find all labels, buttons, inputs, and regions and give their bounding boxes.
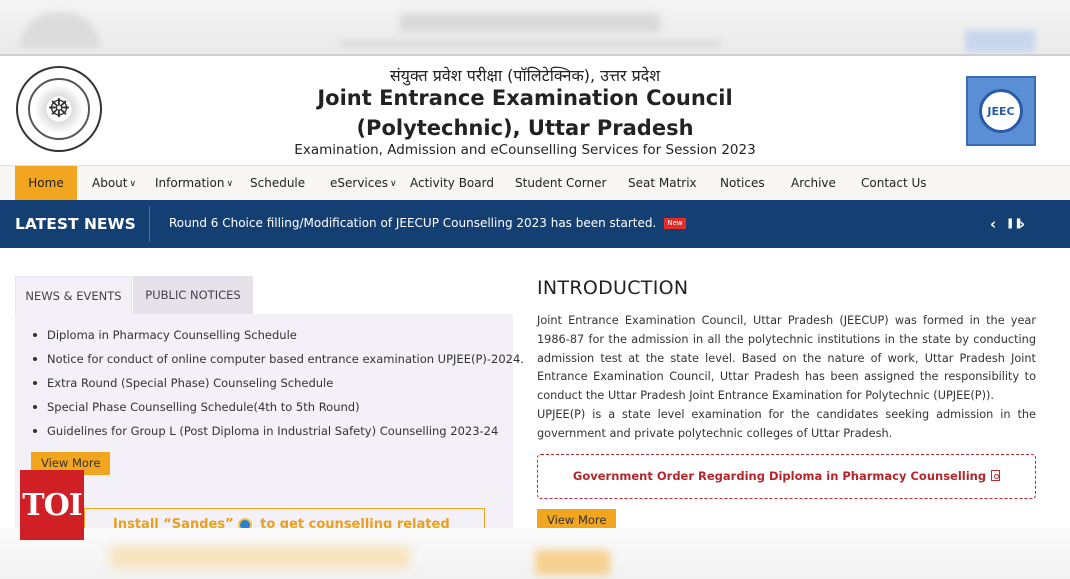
nav-item-notices[interactable]: Notices xyxy=(720,166,765,201)
nav-item-about[interactable]: About ∨ xyxy=(92,166,136,201)
chevron-down-icon: ∨ xyxy=(389,179,397,189)
header-title-line2: (Polytechnic), Uttar Pradesh xyxy=(356,116,694,140)
site-header: ☸ संयुक्त प्रवेश परीक्षा (पॉलिटेक्निक), … xyxy=(0,54,1070,164)
nav-item-activity-board[interactable]: Activity Board xyxy=(410,166,494,201)
latest-news-text[interactable]: Round 6 Choice filling/Modification of J… xyxy=(169,216,656,230)
header-subtitle: Examination, Admission and eCounselling … xyxy=(294,142,756,158)
toi-watermark-logo: TOI xyxy=(20,470,84,540)
header-hindi-title: संयुक्त प्रवेश परीक्षा (पॉलिटेक्निक), उत… xyxy=(389,66,661,85)
nav-item-seat-matrix[interactable]: Seat Matrix xyxy=(628,166,697,201)
new-badge: New xyxy=(664,218,686,229)
intro-view-more-button[interactable]: View More xyxy=(537,509,617,529)
jeec-logo-icon[interactable]: JEEC xyxy=(966,76,1036,146)
nav-item-home[interactable]: Home xyxy=(15,166,77,201)
latest-news-ticker[interactable]: Round 6 Choice filling/Modification of J… xyxy=(169,200,686,246)
list-item[interactable]: Notice for conduct of online computer ba… xyxy=(33,349,524,373)
tab-public-notices[interactable]: PUBLIC NOTICES xyxy=(133,276,253,314)
list-item[interactable]: Special Phase Counselling Schedule(4th t… xyxy=(33,397,524,421)
nav-item-contact-us[interactable]: Contact Us xyxy=(861,166,927,201)
chevron-down-icon: ∨ xyxy=(226,179,234,189)
next-arrow-icon[interactable]: › xyxy=(1019,200,1025,248)
nav-item-archive[interactable]: Archive xyxy=(791,166,836,201)
introduction-paragraph: Joint Entrance Examination Council, Utta… xyxy=(537,314,1036,403)
chevron-down-icon: ∨ xyxy=(129,179,137,189)
blurred-top-strip xyxy=(0,0,1070,54)
latest-news-label: LATEST NEWS xyxy=(15,215,136,233)
nav-item-information[interactable]: Information ∨ xyxy=(155,166,233,201)
blurred-bottom-strip xyxy=(0,528,1070,579)
introduction-heading: INTRODUCTION xyxy=(537,277,689,299)
list-item[interactable]: Diploma in Pharmacy Counselling Schedule xyxy=(33,325,524,349)
prev-arrow-icon[interactable]: ‹ xyxy=(990,200,996,248)
government-order-link[interactable]: Government Order Regarding Diploma in Ph… xyxy=(537,454,1036,499)
nav-item-student-corner[interactable]: Student Corner xyxy=(515,166,606,201)
latest-news-bar: LATEST NEWS Round 6 Choice filling/Modif… xyxy=(0,200,1070,248)
divider xyxy=(149,206,150,242)
list-item[interactable]: Extra Round (Special Phase) Counseling S… xyxy=(33,373,524,397)
introduction-body: Joint Entrance Examination Council, Utta… xyxy=(537,312,1036,444)
main-nav: Home About ∨ Information ∨ Schedule eServi… xyxy=(0,165,1070,201)
sandes-install-banner[interactable]: Install “Sandes” to get counselling rela… xyxy=(84,508,485,530)
pdf-icon xyxy=(991,470,1001,481)
header-title-line1: Joint Entrance Examination Council xyxy=(317,86,733,110)
nav-item-eservices[interactable]: eServices ∨ xyxy=(330,166,397,201)
news-list: Diploma in Pharmacy Counselling Schedule… xyxy=(33,325,524,445)
page: ☸ संयुक्त प्रवेश परीक्षा (पॉलिटेक्निक), … xyxy=(0,0,1070,579)
nav-item-schedule[interactable]: Schedule xyxy=(250,166,305,201)
introduction-paragraph: UPJEE(P) is a state level examination fo… xyxy=(537,407,1036,440)
tab-news-events[interactable]: NEWS & EVENTS xyxy=(15,276,132,314)
list-item[interactable]: Guidelines for Group L (Post Diploma in … xyxy=(33,421,524,445)
